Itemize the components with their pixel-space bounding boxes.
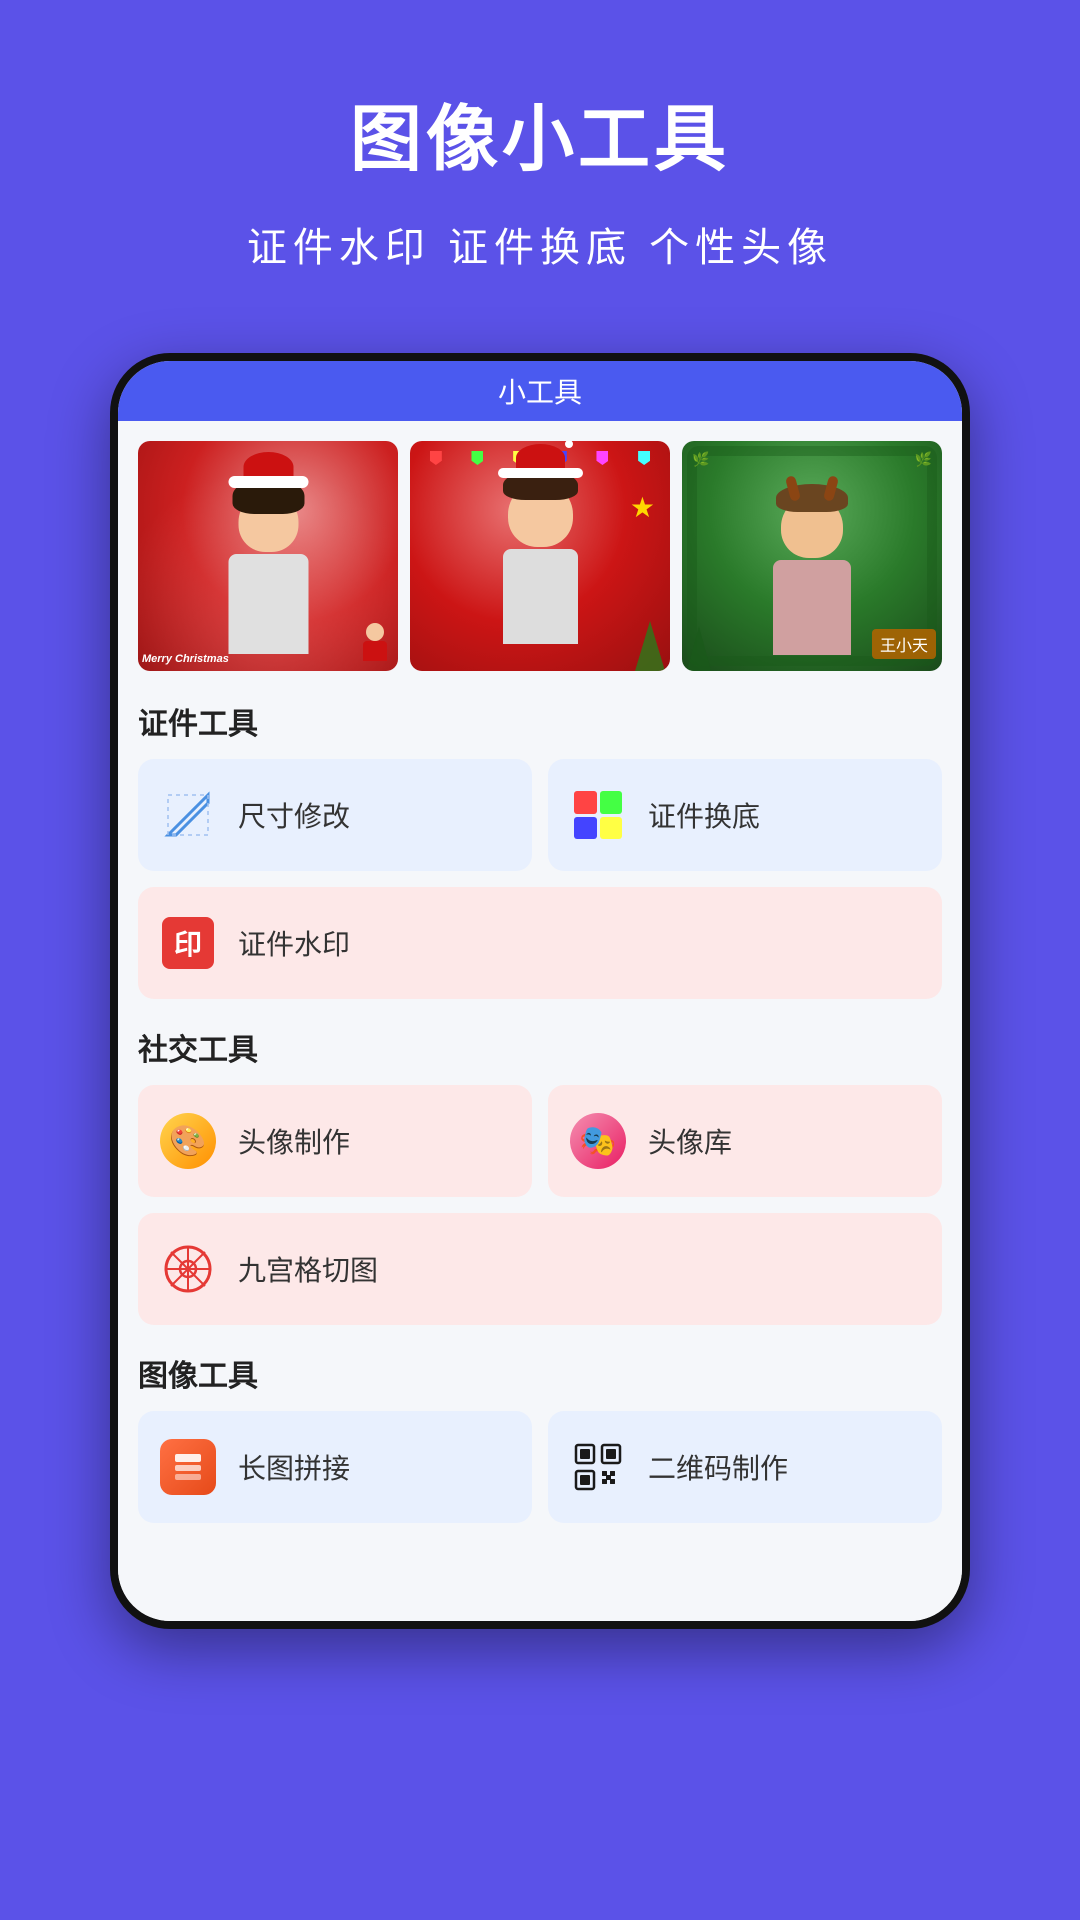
ruler-icon (158, 785, 218, 845)
nine-grid-label: 九宫格切图 (238, 1249, 378, 1289)
bg-replace-button[interactable]: 证件换底 (548, 759, 942, 871)
certificate-tools-row-2: 印 证件水印 (138, 887, 942, 999)
social-section-label: 社交工具 (138, 1025, 942, 1069)
resize-label: 尺寸修改 (238, 795, 350, 835)
holly-left: 🌿 (692, 451, 709, 468)
social-tools-row-2: 九宫格切图 (138, 1213, 942, 1325)
app-title: 图像小工具 (350, 80, 730, 185)
holly-right: 🌿 (915, 451, 932, 468)
bg-replace-label: 证件换底 (648, 795, 760, 835)
long-img-label: 长图拼接 (238, 1447, 350, 1487)
certificate-tools-section: 证件工具 (138, 699, 942, 999)
banner-card-2[interactable]: ★ (410, 441, 670, 671)
certificate-tools-row-1: 尺寸修改 证 (138, 759, 942, 871)
status-bar: 小工具 (118, 361, 962, 421)
avatar-lib-icon: 🎭 (568, 1111, 628, 1171)
nine-grid-button[interactable]: 九宫格切图 (138, 1213, 942, 1325)
social-tools-row-1: 🎨 头像制作 🎭 头像库 (138, 1085, 942, 1197)
banner-card-1[interactable]: Merry Christmas (138, 441, 398, 671)
image-section-label: 图像工具 (138, 1351, 942, 1395)
image-tools-row-1: 长图拼接 (138, 1411, 942, 1523)
image-tools-section: 图像工具 (138, 1351, 942, 1523)
resize-button[interactable]: 尺寸修改 (138, 759, 532, 871)
color-grid-icon (568, 785, 628, 845)
watermark-label: 证件水印 (238, 923, 350, 963)
certificate-section-label: 证件工具 (138, 699, 942, 743)
phone-screen: 小工具 (118, 361, 962, 1621)
star-decoration: ★ (630, 491, 655, 524)
app-content: Merry Christmas (118, 421, 962, 1621)
stamp-icon: 印 (158, 913, 218, 973)
app-subtitle: 证件水印 证件换底 个性头像 (247, 215, 833, 273)
long-img-button[interactable]: 长图拼接 (138, 1411, 532, 1523)
avatar-make-button[interactable]: 🎨 头像制作 (138, 1085, 532, 1197)
phone-mockup: 小工具 (110, 353, 970, 1629)
avatar-icon: 🎨 (158, 1111, 218, 1171)
name-tag-3: 王小天 (872, 629, 936, 659)
social-tools-section: 社交工具 🎨 头像制作 🎭 (138, 1025, 942, 1325)
avatar-lib-label: 头像库 (648, 1121, 732, 1161)
status-bar-title: 小工具 (498, 371, 582, 411)
avatar-make-label: 头像制作 (238, 1121, 350, 1161)
avatar-lib-button[interactable]: 🎭 头像库 (548, 1085, 942, 1197)
qrcode-icon (568, 1437, 628, 1497)
header-area: 图像小工具 证件水印 证件换底 个性头像 (0, 0, 1080, 313)
camera-icon (158, 1239, 218, 1299)
qrcode-label: 二维码制作 (648, 1447, 788, 1487)
banner-card-3[interactable]: 🌿 🌿 (682, 441, 942, 671)
long-img-icon (158, 1437, 218, 1497)
watermark-button[interactable]: 印 证件水印 (138, 887, 942, 999)
qrcode-button[interactable]: 二维码制作 (548, 1411, 942, 1523)
banner-row: Merry Christmas (138, 441, 942, 671)
christmas-text-1: Merry Christmas (142, 653, 229, 665)
